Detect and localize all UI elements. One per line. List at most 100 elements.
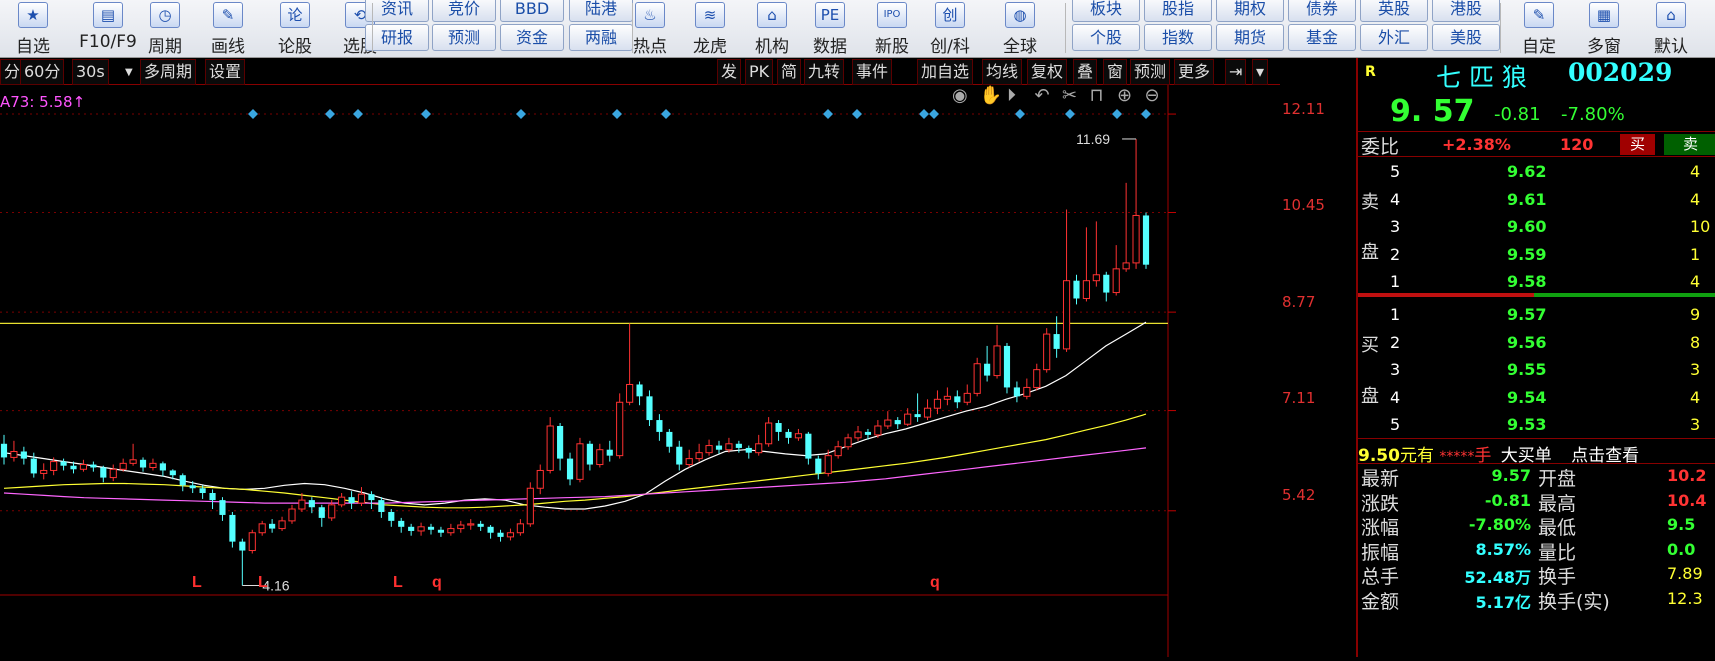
clock-button[interactable]: ◷ 周期 (135, 2, 195, 57)
candle-body (497, 532, 504, 537)
star-button[interactable]: ★ 自选 (3, 2, 63, 57)
buy-button[interactable]: 买 (1620, 134, 1655, 155)
chart-tool-button[interactable]: 窗 (1103, 59, 1128, 85)
signal-mark: L (258, 574, 268, 591)
play-icon[interactable]: ⏵ (1007, 85, 1016, 106)
toolbar-tab[interactable]: 港股 (1432, 0, 1500, 22)
more-dropdown-icon[interactable]: ▾ (1252, 59, 1269, 85)
candle-body (169, 470, 176, 476)
stat-label: 总手 (1361, 566, 1400, 588)
toolbar-tab[interactable]: 板块 (1072, 0, 1140, 22)
hot-button[interactable]: ♨ 热点 (620, 2, 680, 57)
book-price: 9.58 (1507, 272, 1547, 291)
toolbar-tab[interactable]: 个股 (1072, 24, 1140, 51)
toolbar-tab[interactable]: 竞价 (432, 0, 496, 22)
ask-bar (1358, 293, 1534, 297)
stock-code[interactable]: 002029 (1568, 58, 1672, 87)
candle-body (357, 493, 366, 504)
toolbar-tab[interactable]: 期货 (1216, 24, 1284, 51)
chart-tool-button[interactable]: 复权 (1027, 59, 1068, 85)
event-marker-icon (852, 109, 862, 119)
candle-body (1062, 280, 1071, 350)
chart-tool-button[interactable]: 事件 (852, 59, 893, 85)
book-level: 2 (1390, 244, 1401, 264)
pan-icon[interactable]: ✋ (980, 84, 1002, 106)
toolbar-button-label: 画线 (211, 37, 245, 57)
chart-tool-button[interactable]: 叠 (1073, 59, 1098, 85)
stat-label: 开盘 (1538, 468, 1577, 490)
chart-tool-button[interactable]: 发 (717, 59, 742, 85)
home-button[interactable]: ⌂ 默认 (1640, 2, 1702, 57)
stat-value: 9.5 (1667, 515, 1696, 534)
y-tick-label: 8.77 (1282, 293, 1316, 311)
period-tab[interactable]: 多周期 (140, 59, 197, 85)
chart-tool-button[interactable]: 加自选 (917, 59, 974, 85)
toolbar-tab[interactable]: 债券 (1288, 0, 1356, 22)
bank-button[interactable]: ⌂ 机构 (742, 2, 802, 57)
kline-chart[interactable]: 11.69 4.16 ◉ ✋ ⏵ ↶ ✂ ⊓ ⊕ ⊖ L L Lq q (0, 84, 1280, 657)
event-marker-icon (1141, 109, 1151, 119)
stock-name[interactable]: 七 匹 狼 (1436, 58, 1527, 94)
chart-tool-button[interactable]: 均线 (982, 59, 1023, 85)
chart-tool-button[interactable]: 预测 (1130, 59, 1171, 85)
period-tab[interactable]: 30s (72, 59, 109, 85)
expand-icon[interactable]: ⇥ (1225, 59, 1247, 85)
toolbar-tab[interactable]: 指数 (1144, 24, 1212, 51)
chart-tool-button[interactable]: PK (745, 59, 774, 85)
chart-tool-button[interactable]: 更多 (1174, 59, 1215, 85)
undo-icon[interactable]: ↶ (1035, 85, 1050, 106)
toolbar-tab[interactable]: 基金 (1288, 24, 1356, 51)
toolbar-tab[interactable]: 资讯 (365, 0, 429, 22)
chart-tool-button[interactable]: 九转 (804, 59, 845, 85)
candle-body (477, 523, 484, 527)
candle-body (109, 468, 117, 479)
chart-tool-button[interactable]: 简 (777, 59, 802, 85)
ipo-button[interactable]: IPO 新股 (862, 2, 922, 57)
period-tab[interactable]: 60分 (20, 59, 65, 85)
toolbar-button-label: 默认 (1654, 37, 1688, 57)
stat-label: 涨幅 (1361, 517, 1400, 539)
globe-button[interactable]: ◍ 全球 (990, 2, 1050, 57)
quote-panel: R 七 匹 狼 002029 9. 57 -0.81 -7.80% 委比 +2.… (1356, 58, 1715, 657)
toolbar-tab[interactable]: 美股 (1432, 24, 1500, 51)
candle-body (30, 458, 37, 474)
zoom-out-icon[interactable]: ⊖ (1145, 85, 1160, 106)
cut-icon[interactable]: ✂ (1062, 85, 1077, 106)
toolbar-tab[interactable]: 外汇 (1360, 24, 1428, 51)
custom-button[interactable]: ✎ 自定 (1508, 2, 1570, 57)
toolbar-tab[interactable]: 预测 (432, 24, 496, 51)
zoom-in-icon[interactable]: ⊕ (1117, 85, 1132, 106)
multiwindow-button[interactable]: ▦ 多窗 (1573, 2, 1635, 57)
dragon-button[interactable]: ≋ 龙虎 (680, 2, 740, 57)
candle-body (278, 520, 286, 530)
sell-button[interactable]: 卖 (1664, 134, 1715, 155)
toolbar-tab[interactable]: 期权 (1216, 0, 1284, 22)
event-marker-icon (1112, 109, 1122, 119)
chuang-button[interactable]: 创创/科 (920, 2, 980, 57)
pe-button[interactable]: PE 数据 (800, 2, 860, 57)
dropdown-arrow-icon[interactable]: ▼ (125, 67, 133, 78)
candle-body (844, 437, 852, 448)
book-price: 9.62 (1507, 162, 1547, 181)
toolbar-tab[interactable]: 英股 (1360, 0, 1428, 22)
toolbar-tab[interactable]: 研报 (365, 24, 429, 51)
event-marker-icon (1015, 109, 1025, 119)
period-tab[interactable]: 设置 (205, 59, 246, 85)
candle-body (993, 345, 1001, 377)
candle-body (328, 504, 336, 519)
pencil-button[interactable]: ✎ 画线 (198, 2, 258, 57)
candle-body (536, 469, 544, 489)
signal-mark: q (930, 574, 940, 591)
lock-icon[interactable]: ⊓ (1090, 85, 1104, 106)
view-icon[interactable]: ◉ (952, 85, 968, 106)
toolbar-tab[interactable]: 股指 (1144, 0, 1212, 22)
toolbar-tab[interactable]: 资金 (500, 24, 564, 51)
stat-value: 7.89 (1667, 564, 1703, 583)
event-marker-icon (516, 109, 526, 119)
discuss-button[interactable]: 论论股 (265, 2, 325, 57)
book-level: 3 (1390, 217, 1401, 236)
toolbar-tab[interactable]: BBD (500, 0, 564, 22)
book-price: 9.59 (1507, 244, 1547, 264)
pe-icon: PE (815, 2, 845, 28)
event-marker-icon (661, 109, 671, 119)
